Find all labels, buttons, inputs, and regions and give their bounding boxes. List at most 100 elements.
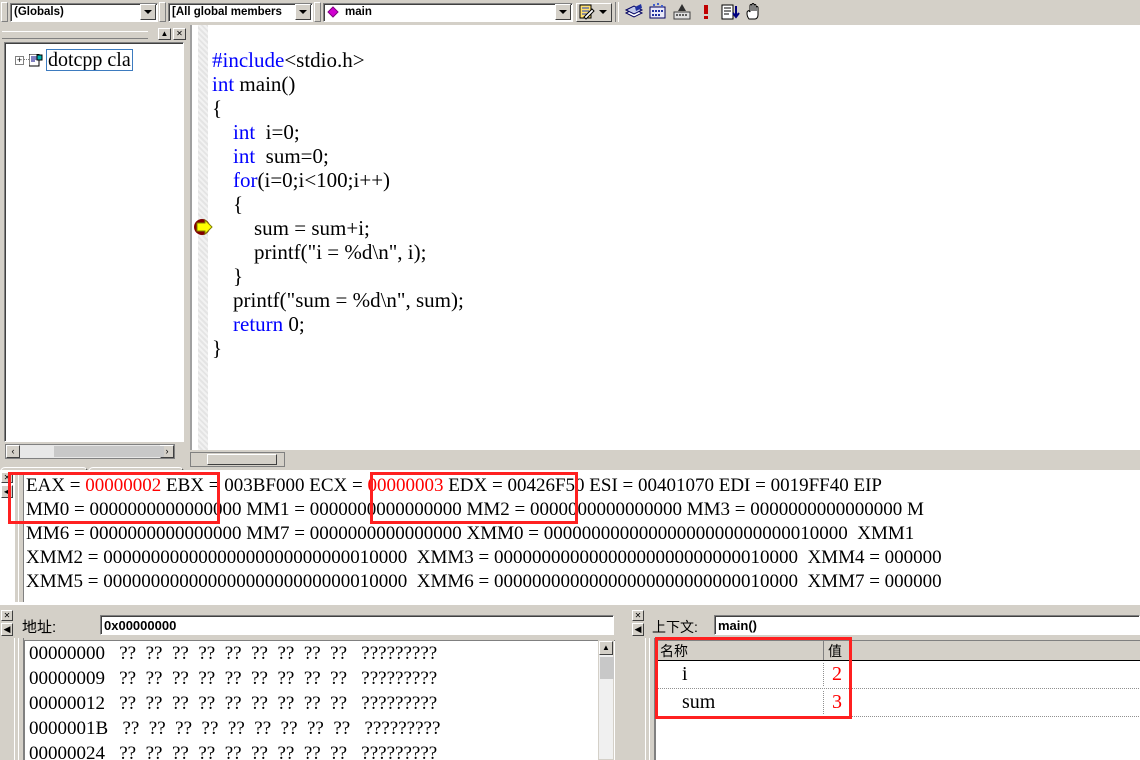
register-value-highlighted: 00000002 (85, 475, 161, 496)
tree-row[interactable]: + dotcpp cla (5, 49, 183, 71)
memory-row-bytes: ?? ?? ?? ?? ?? ?? ?? ?? ?? (105, 643, 347, 664)
register-row: EAX = 00000002 EBX = 003BF000 ECX = 0000… (26, 474, 1140, 498)
memory-dump-list[interactable]: 00000000 ?? ?? ?? ?? ?? ?? ?? ?? ?? ????… (24, 640, 615, 760)
code-text: { (212, 96, 222, 120)
table-row[interactable]: sum3 (656, 689, 1140, 717)
editor-hscrollbar[interactable] (190, 452, 285, 467)
variable-value: 2 (824, 663, 1140, 686)
table-row[interactable]: i2 (656, 661, 1140, 689)
register-text: XMM2 = 00000000000000000000000000010000 … (26, 547, 942, 568)
memory-row: 0000001B ?? ?? ?? ?? ?? ?? ?? ?? ?? ????… (25, 716, 615, 741)
memory-dock-button[interactable]: ◀ (1, 623, 13, 636)
bookmark-combo[interactable] (576, 3, 612, 22)
stop-build-icon[interactable] (670, 1, 694, 23)
code-text: sum = sum+i; (212, 216, 370, 240)
code-text: i=0; (255, 120, 300, 144)
variables-close-button[interactable]: ✕ (632, 610, 644, 621)
scroll-up-icon[interactable]: ▲ (599, 641, 613, 655)
tree-root-label[interactable]: dotcpp cla (46, 49, 133, 71)
memory-row-bytes: ?? ?? ?? ?? ?? ?? ?? ?? ?? (105, 668, 347, 689)
chevron-down-icon[interactable] (597, 10, 609, 14)
memory-row-address: 00000009 (29, 668, 105, 689)
workspace-tree[interactable]: + dotcpp cla (4, 42, 184, 442)
code-keyword: int (233, 144, 255, 168)
scope-combo-value: (Globals) (11, 6, 140, 18)
symbol-combo[interactable]: main (323, 3, 573, 22)
list-members-icon[interactable] (718, 1, 742, 23)
workspace-panel: ▲ ✕ + dotcpp cla ‹ › (0, 27, 188, 465)
hscroll-thumb[interactable] (54, 446, 164, 457)
memory-vscroll-thumb[interactable] (600, 657, 614, 679)
column-header-name[interactable]: 名称 (656, 641, 824, 660)
memory-row-address: 00000000 (29, 643, 105, 664)
editor-hscroll-thumb[interactable] (207, 454, 277, 465)
code-text (212, 120, 233, 144)
variables-grip[interactable] (645, 638, 655, 760)
registers-content: EAX = 00000002 EBX = 003BF000 ECX = 0000… (26, 474, 1140, 602)
register-text: EBX = 003BF000 ECX = (161, 475, 367, 496)
code-text: sum=0; (255, 144, 329, 168)
code-text: (i=0;i<100;i++) (258, 168, 391, 192)
memory-row: 00000000 ?? ?? ?? ?? ?? ?? ?? ?? ?? ????… (25, 641, 615, 666)
expand-plus-icon[interactable]: + (15, 56, 24, 65)
memory-row: 00000009 ?? ?? ?? ?? ?? ?? ?? ?? ?? ????… (25, 666, 615, 691)
toolbar-grip-3[interactable] (314, 2, 321, 22)
registers-dock-button[interactable]: ◀ (1, 485, 13, 498)
workspace-minimize-button[interactable]: ▲ (158, 28, 171, 40)
memory-row-address: 0000001B (29, 718, 108, 739)
workspace-hscrollbar[interactable]: ‹ › (5, 444, 175, 459)
code-text (212, 312, 233, 336)
register-row: XMM5 = 00000000000000000000000000010000 … (26, 570, 1140, 594)
code-editor[interactable]: #include<stdio.h> int main() { int i=0; … (190, 25, 1140, 450)
variables-context-input[interactable]: main() (714, 615, 1140, 635)
scroll-left-icon[interactable]: ‹ (6, 445, 20, 458)
register-row: XMM2 = 00000000000000000000000000010000 … (26, 546, 1140, 570)
memory-row-ascii: ????????? (347, 668, 437, 689)
registers-grip[interactable] (14, 472, 24, 602)
code-keyword: return (233, 312, 283, 336)
wizardbar-toolbar: (Globals) [All global members main (0, 0, 1140, 24)
registers-panel[interactable]: ✕ ◀ EAX = 00000002 EBX = 003BF000 ECX = … (0, 470, 1140, 605)
memory-close-button[interactable]: ✕ (1, 610, 13, 621)
variables-dock-button[interactable]: ◀ (632, 623, 644, 636)
memory-row-ascii: ????????? (347, 643, 437, 664)
editor-gutter[interactable] (190, 25, 210, 450)
variables-grid[interactable]: 名称 值 i2sum3 (655, 640, 1140, 760)
memory-row-ascii: ????????? (347, 743, 437, 760)
execution-arrow-marker (194, 217, 216, 237)
source-code[interactable]: #include<stdio.h> int main() { int i=0; … (212, 48, 464, 360)
hand-icon[interactable] (742, 1, 766, 23)
workspace-close-button[interactable]: ✕ (173, 28, 186, 40)
code-text: main() (234, 72, 295, 96)
toolbar-grip-2[interactable] (159, 2, 166, 22)
memory-row-address: 00000024 (29, 743, 105, 760)
build-icon[interactable] (646, 1, 670, 23)
registers-close-button[interactable]: ✕ (1, 472, 13, 483)
register-text: MM6 = 0000000000000000 MM7 = 00000000000… (26, 523, 919, 544)
variables-context-label: 上下文: (652, 617, 698, 637)
register-text: EAX = (26, 475, 85, 496)
compile-icon[interactable] (622, 1, 646, 23)
chevron-down-icon[interactable] (295, 4, 311, 20)
breakpoint-exclamation-icon[interactable] (694, 1, 718, 23)
memory-vscrollbar[interactable]: ▲ (598, 640, 614, 760)
code-text (212, 168, 233, 192)
memory-grip[interactable] (14, 638, 24, 760)
memory-row: 00000012 ?? ?? ?? ?? ?? ?? ?? ?? ?? ????… (25, 691, 615, 716)
class-folder-icon (29, 54, 44, 67)
variable-value: 3 (824, 691, 1140, 714)
function-diamond-icon (324, 6, 342, 18)
toolbar-grip[interactable] (1, 2, 8, 22)
code-text: <stdio.h> (284, 48, 364, 72)
register-text: MM0 = 0000000000000000 MM1 = 00000000000… (26, 499, 924, 520)
code-keyword: int (233, 120, 255, 144)
column-header-value[interactable]: 值 (824, 641, 1140, 660)
register-value-highlighted: 00000003 (367, 475, 443, 496)
chevron-down-icon[interactable] (140, 4, 156, 20)
members-combo[interactable]: [All global members (168, 3, 313, 22)
chevron-down-icon[interactable] (555, 4, 571, 20)
memory-address-label: 地址: (22, 616, 56, 637)
scope-combo[interactable]: (Globals) (10, 3, 158, 22)
memory-address-input[interactable]: 0x00000000 (100, 615, 614, 635)
register-text: EDX = 00426F50 ESI = 00401070 EDI = 0019… (443, 475, 882, 496)
